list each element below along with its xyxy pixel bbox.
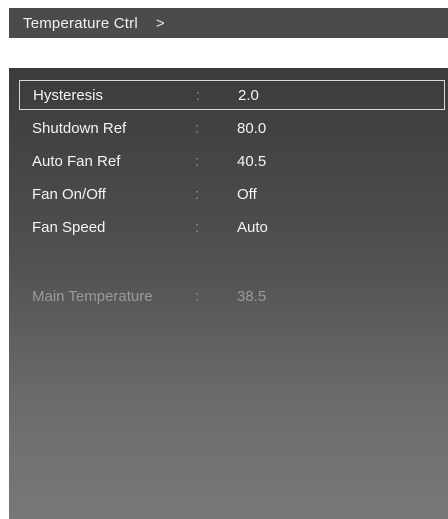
breadcrumb-separator: >	[155, 14, 165, 32]
setting-label: Fan Speed	[32, 218, 106, 236]
settings-panel: Hysteresis : 2.0 Shutdown Ref : 80.0 Aut…	[9, 68, 448, 519]
setting-colon: :	[196, 86, 201, 104]
setting-label: Auto Fan Ref	[32, 152, 121, 170]
setting-colon: :	[195, 218, 200, 236]
setting-value[interactable]: Off	[237, 186, 257, 203]
setting-row-shutdown-ref[interactable]: Shutdown Ref : 80.0	[19, 113, 445, 143]
setting-label: Hysteresis	[33, 86, 104, 104]
setting-row-fan-speed[interactable]: Fan Speed : Auto	[19, 212, 445, 242]
setting-row-fan-on-off[interactable]: Fan On/Off : Off	[19, 179, 445, 209]
setting-label: Shutdown Ref	[32, 119, 127, 137]
setting-colon: :	[195, 152, 200, 170]
setting-colon: :	[195, 119, 200, 137]
setting-value[interactable]: 40.5	[237, 153, 266, 170]
setting-value[interactable]: Auto	[237, 219, 268, 236]
breadcrumb-title[interactable]: Temperature Ctrl	[23, 15, 138, 32]
status-label: Main Temperature	[32, 287, 153, 305]
setting-row-hysteresis[interactable]: Hysteresis : 2.0	[19, 80, 445, 110]
setting-value[interactable]: 2.0	[238, 87, 259, 104]
status-row-main-temperature: Main Temperature : 38.5	[19, 281, 445, 311]
setting-colon: :	[195, 185, 200, 203]
setting-row-auto-fan-ref[interactable]: Auto Fan Ref : 40.5	[19, 146, 445, 176]
setting-label: Fan On/Off	[32, 185, 106, 203]
breadcrumb-bar: Temperature Ctrl >	[9, 8, 448, 38]
status-value: 38.5	[237, 287, 267, 305]
status-colon: :	[195, 287, 200, 305]
setting-value[interactable]: 80.0	[237, 120, 266, 137]
